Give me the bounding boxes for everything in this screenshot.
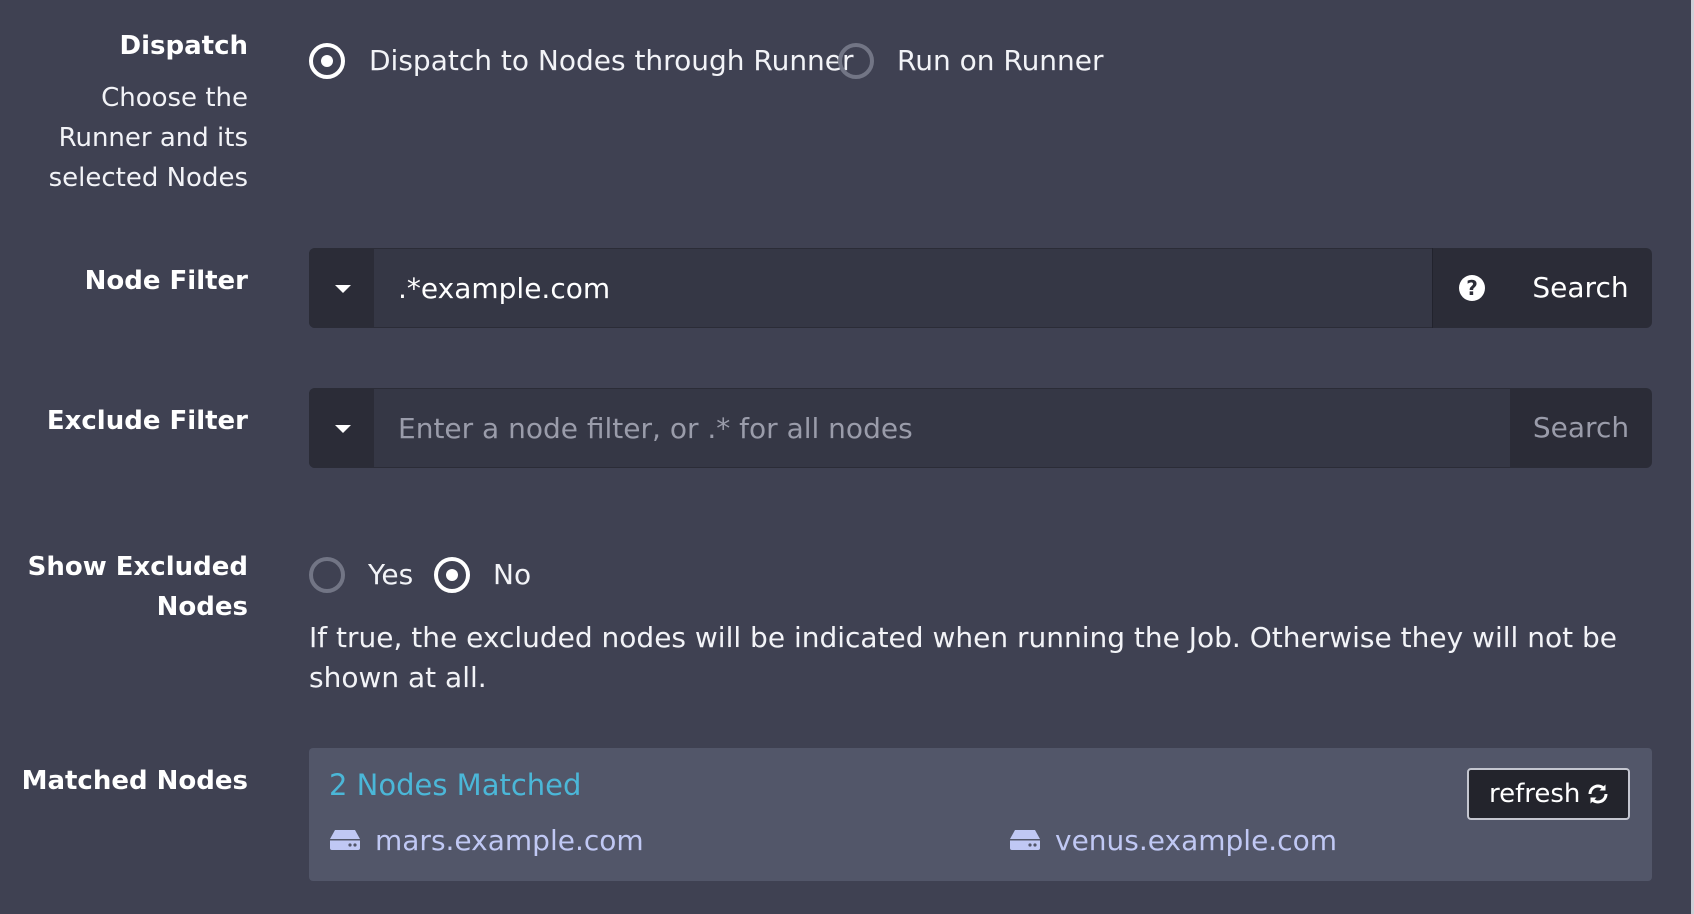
node-filter-help-button[interactable]: ? — [1432, 248, 1511, 328]
radio-show-excluded-no[interactable] — [434, 557, 470, 593]
radio-dispatch-through-runner[interactable] — [309, 43, 345, 79]
dispatch-help-text: Choose the Runner and its selected Nodes — [48, 83, 248, 193]
node-name: mars.example.com — [375, 824, 644, 857]
refresh-button[interactable]: refresh — [1467, 768, 1630, 820]
server-icon — [330, 830, 360, 850]
server-icon — [1010, 830, 1040, 850]
radio-label-show-excluded-yes[interactable]: Yes — [368, 558, 413, 591]
caret-down-icon — [335, 425, 351, 433]
node-name: venus.example.com — [1055, 824, 1337, 857]
node-filter-search-button[interactable]: Search — [1509, 248, 1652, 328]
radio-show-excluded-yes[interactable] — [309, 557, 345, 593]
exclude-filter-label: Exclude Filter — [46, 406, 248, 436]
exclude-filter-dropdown-button[interactable] — [309, 388, 374, 468]
show-excluded-description: If true, the excluded nodes will be indi… — [309, 621, 1617, 694]
node-filter-input[interactable] — [374, 249, 1432, 327]
exclude-filter-search-button[interactable]: Search — [1510, 388, 1652, 468]
node-filter-dropdown-button[interactable] — [309, 248, 374, 328]
node-item[interactable]: mars.example.com — [329, 824, 644, 857]
matched-nodes-panel: 2 Nodes Matched refresh mars.example.com… — [309, 748, 1652, 881]
node-item[interactable]: venus.example.com — [1009, 824, 1337, 857]
question-circle-icon: ? — [1459, 275, 1485, 301]
exclude-filter-input[interactable] — [374, 389, 1510, 467]
radio-label-dispatch-through-runner[interactable]: Dispatch to Nodes through Runner — [369, 44, 854, 77]
matched-nodes-label: Matched Nodes — [21, 766, 248, 796]
caret-down-icon — [335, 285, 351, 293]
show-excluded-label: Show Excluded Nodes — [27, 552, 248, 622]
radio-run-on-runner[interactable] — [838, 43, 874, 79]
node-filter-group: ? Search — [309, 248, 1652, 328]
radio-label-run-on-runner[interactable]: Run on Runner — [897, 44, 1104, 77]
radio-label-show-excluded-no[interactable]: No — [493, 558, 531, 591]
exclude-filter-group: Search — [309, 388, 1652, 468]
nodes-matched-count: 2 Nodes Matched — [329, 768, 582, 802]
refresh-button-label: refresh — [1489, 779, 1581, 809]
dispatch-label: Dispatch — [119, 31, 248, 61]
refresh-icon — [1588, 784, 1608, 804]
node-filter-label: Node Filter — [84, 266, 248, 296]
